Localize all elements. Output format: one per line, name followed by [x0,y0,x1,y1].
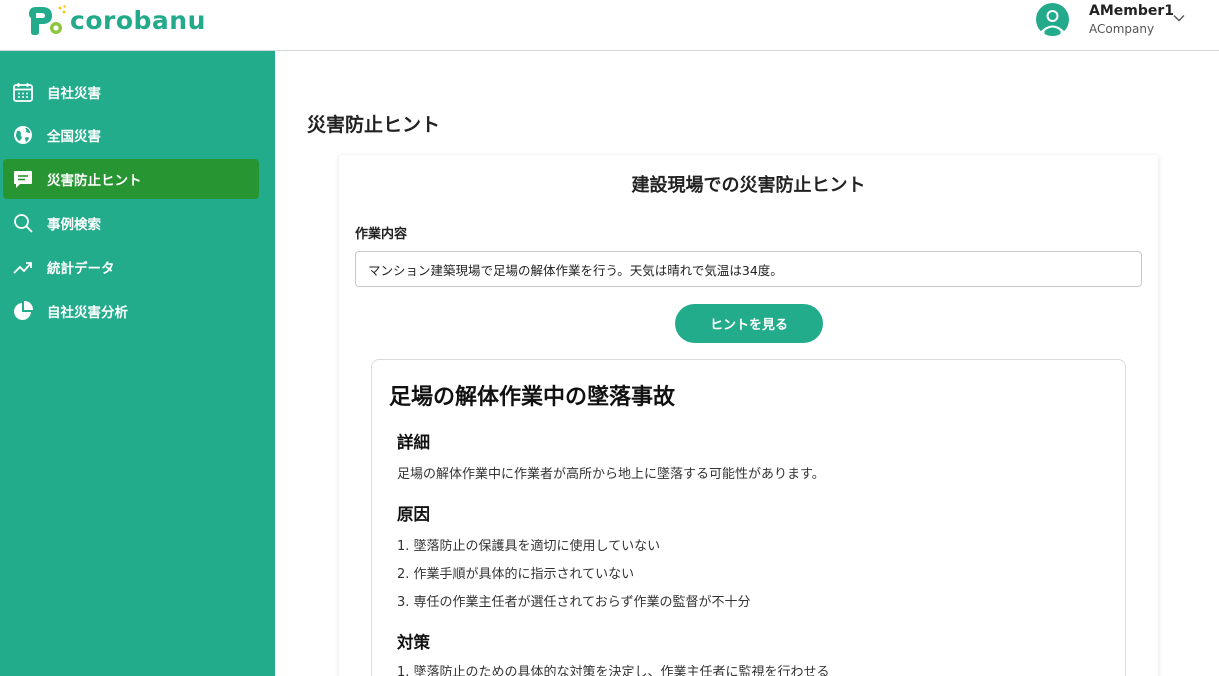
result-title: 足場の解体作業中の墜落事故 [389,385,676,410]
sidebar: 自社災害 全国災害 災害防止ヒント 事例検索 統計データ 自社災害分析 [0,51,275,676]
work-content-input[interactable] [355,251,1142,287]
hint-card: 建設現場での災害防止ヒント 作業内容 ヒントを見る 足場の解体作業中の墜落事故 … [339,155,1158,676]
sidebar-item-own-disasters[interactable]: 自社災害 [3,72,259,112]
avatar [1036,2,1069,36]
corobanu-logo-icon [29,5,66,35]
sidebar-item-label: 自社災害分析 [47,305,128,321]
pie-chart-icon [12,300,34,322]
hint-result-panel: 足場の解体作業中の墜落事故 詳細 足場の解体作業中に作業者が高所から地上に墜落す… [371,359,1126,676]
work-content-label: 作業内容 [355,227,408,242]
show-hints-button[interactable]: ヒントを見る [675,304,823,343]
sidebar-item-national-disasters[interactable]: 全国災害 [3,115,259,155]
cause-item: 2. 作業手順が具体的に指示されていない [397,567,635,582]
logo-text: corobanu [70,5,206,35]
card-title: 建設現場での災害防止ヒント [631,175,866,196]
page-title: 災害防止ヒント [307,114,441,136]
sidebar-item-prevention-hints[interactable]: 災害防止ヒント [3,159,259,199]
sidebar-item-label: 自社災害 [47,86,101,102]
sidebar-item-label: 事例検索 [47,217,101,233]
calendar-icon [12,81,34,103]
measures-heading: 対策 [397,633,430,652]
details-text: 足場の解体作業中に作業者が高所から地上に墜落する可能性があります。 [397,467,825,482]
user-menu[interactable]: AMember1 ACompany [1036,2,1185,36]
logo[interactable]: corobanu [26,4,206,36]
app-header: corobanu AMember1 ACompany [0,0,1219,51]
sidebar-item-label: 災害防止ヒント [47,173,142,189]
sidebar-item-label: 統計データ [47,261,115,277]
sidebar-item-own-analysis[interactable]: 自社災害分析 [3,291,259,331]
user-info: AMember1 ACompany [1089,4,1174,35]
sidebar-item-label: 全国災害 [47,129,101,145]
globe-icon [12,124,34,146]
user-icon [1041,9,1064,36]
chat-icon [12,168,34,190]
search-icon [12,212,34,234]
sidebar-item-statistics[interactable]: 統計データ [3,247,259,287]
causes-heading: 原因 [397,505,430,524]
chevron-down-icon[interactable] [1173,14,1185,22]
measure-item: 1. 墜落防止のための具体的な対策を決定し、作業主任者に監視を行わせる [397,665,830,676]
cause-item: 1. 墜落防止の保護具を適切に使用していない [397,539,661,554]
user-company: ACompany [1089,21,1155,36]
sidebar-item-case-search[interactable]: 事例検索 [3,203,259,243]
user-name: AMember1 [1089,2,1175,19]
trending-icon [12,256,34,278]
cause-item: 3. 専任の作業主任者が選任されておらず作業の監督が不十分 [397,595,751,610]
details-heading: 詳細 [397,433,430,452]
